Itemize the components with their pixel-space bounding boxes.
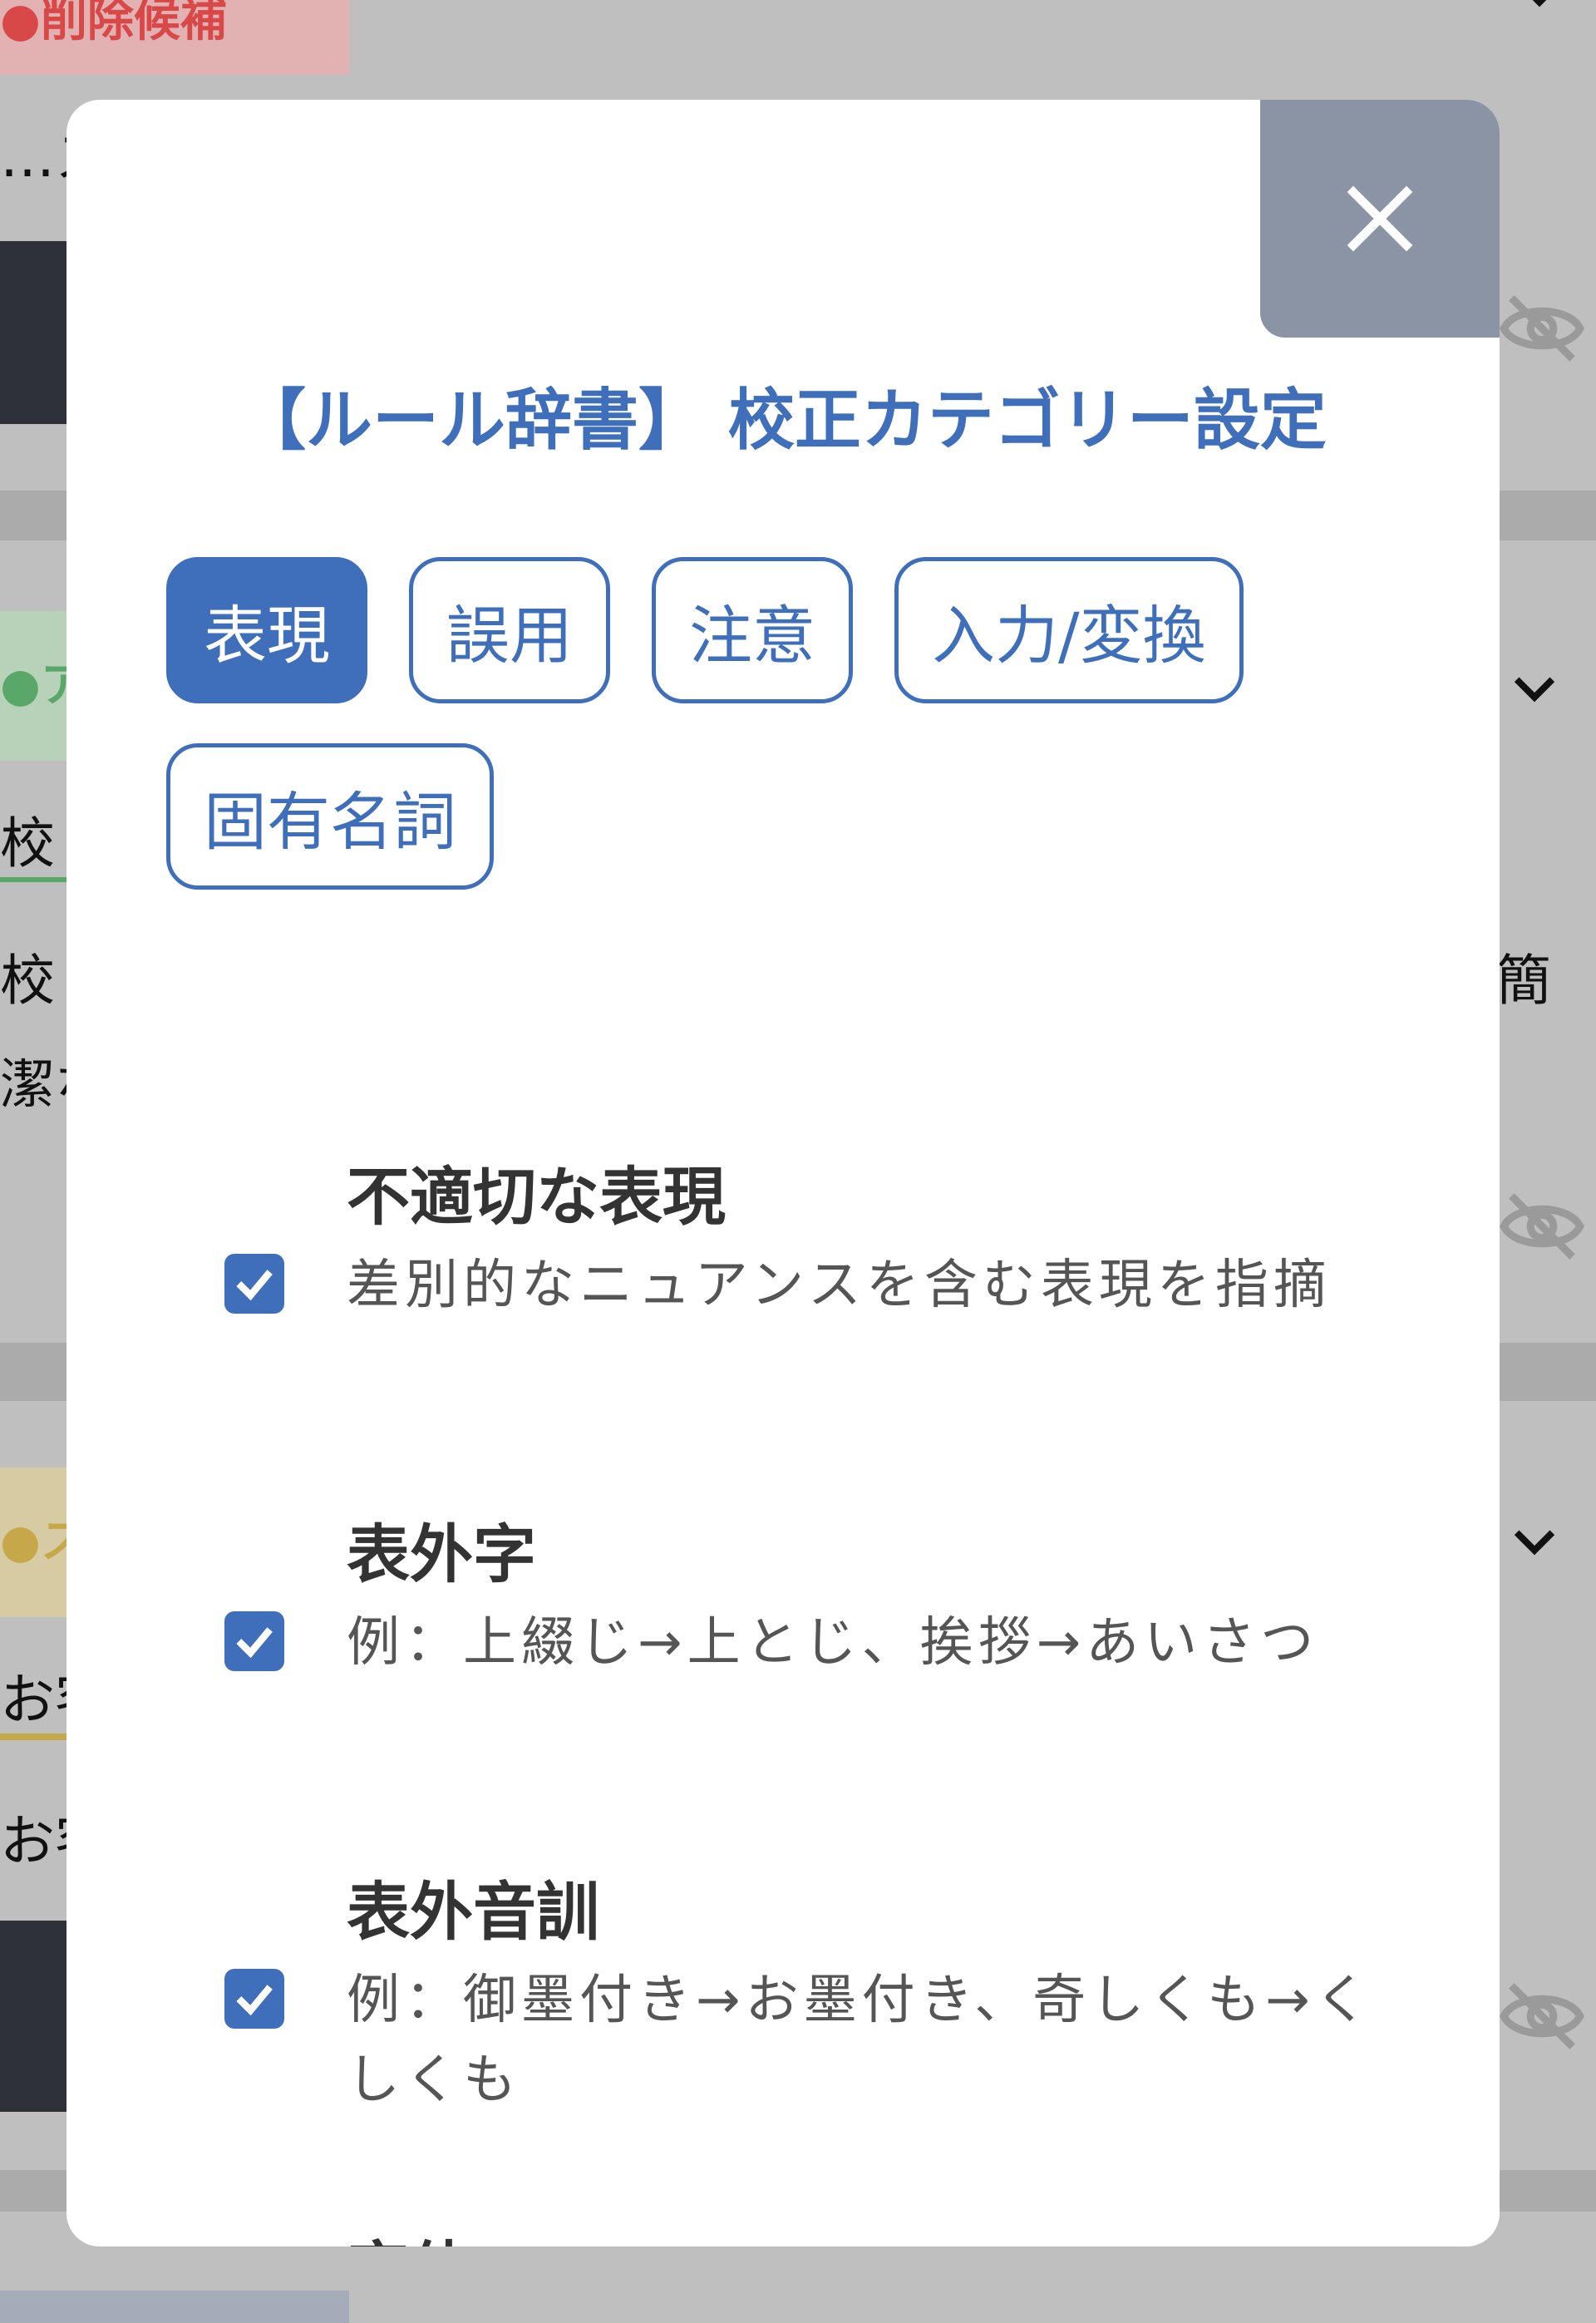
bg-text-line: 簡 (1496, 949, 1551, 1013)
category-tabs: 表現 誤用 注意 入力/変換 固有名詞 (166, 557, 1396, 890)
tab-input-conversion[interactable]: 入力/変換 (894, 557, 1244, 703)
bg-bottom-tag (0, 2291, 349, 2323)
bg-text-line: 潔な (0, 1053, 66, 1117)
bg-dark-bar (0, 1921, 66, 2112)
rule-name: 不適切な表現 (347, 1160, 726, 1234)
bg-green-tag: ●ア (0, 611, 66, 761)
bg-text-line: お客 (0, 1809, 66, 1873)
rule-name: 字体 (347, 2230, 473, 2247)
rule-description: 例：上綴じ→上とじ、挨拶→あいさつ (347, 1612, 1319, 1674)
rule-checkbox[interactable] (224, 1969, 284, 2029)
hide-eye-icon[interactable] (1496, 283, 1588, 377)
tab-caution[interactable]: 注意 (652, 557, 853, 703)
rule-checkbox[interactable] (224, 1254, 284, 1314)
rule-description: 例：御墨付き→お墨付き、奇しくも→くしくも (347, 1970, 1373, 2111)
tab-misuse[interactable]: 誤用 (409, 557, 610, 703)
bg-text-line: 校 (0, 811, 66, 882)
checkmark-icon (236, 1985, 273, 2016)
bg-yellow-tag: ●ス (0, 1467, 66, 1617)
expand-chevron-icon[interactable] (1508, 662, 1561, 718)
collapse-chevron-icon[interactable] (1513, 0, 1566, 23)
delete-candidate-tag: ●削除候補 (0, 0, 349, 75)
tab-expression[interactable]: 表現 (166, 557, 367, 703)
rule-name: 表外字 (347, 1517, 536, 1591)
bg-text-line: お客 (0, 1667, 66, 1740)
bg-text-line: …ス (0, 126, 66, 190)
checkmark-icon (236, 1270, 273, 1301)
bg-text-line: 校 (0, 949, 55, 1013)
rule-checkbox[interactable] (224, 1611, 284, 1671)
category-settings-modal: 【ルール辞書】 校正カテゴリー設定 表現 誤用 注意 入力/変換 固有名詞 不適… (66, 100, 1500, 2247)
rule-description: 差別的なニュアンスを含む表現を指摘 (347, 1255, 1332, 1316)
expand-chevron-icon[interactable] (1508, 1515, 1561, 1571)
tab-proper-noun[interactable]: 固有名詞 (166, 743, 494, 890)
close-button[interactable] (1260, 100, 1500, 338)
hide-eye-icon[interactable] (1496, 1181, 1588, 1275)
modal-title: 【ルール辞書】 校正カテゴリー設定 (239, 382, 1327, 459)
close-icon (1347, 185, 1413, 252)
bg-dark-bar (0, 241, 66, 424)
rule-name: 表外音訓 (347, 1875, 599, 1949)
hide-eye-icon[interactable] (1496, 1970, 1588, 2065)
checkmark-icon (236, 1627, 273, 1659)
